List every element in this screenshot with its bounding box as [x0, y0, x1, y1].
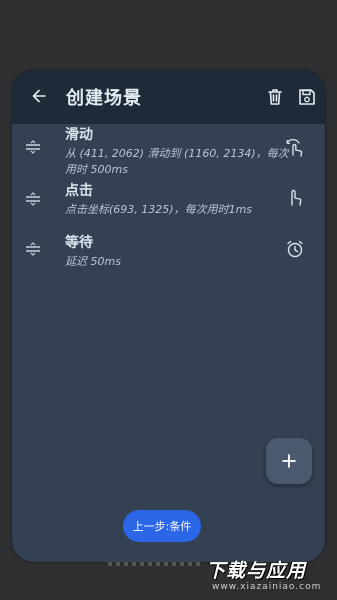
- arrow-left-icon: [32, 89, 46, 103]
- drag-handle-icon[interactable]: [24, 192, 42, 206]
- plus-icon: [282, 454, 296, 468]
- app-bar: 创建场景: [12, 70, 325, 124]
- watermark-text: 下载与应用: [206, 560, 307, 582]
- screen: 创建场景 滑动 从 (411, 2062) 滑动到 (1160, 2134)，每…: [0, 0, 337, 600]
- save-button[interactable]: [296, 86, 318, 108]
- previous-step-button[interactable]: 上一步:条件: [123, 510, 201, 542]
- action-name: 滑动: [65, 127, 93, 143]
- action-description: 点击坐标(693, 1325)，每次用时1ms: [65, 203, 253, 216]
- action-item-wait[interactable]: 等待 延迟 50ms: [12, 232, 325, 276]
- action-item-tap[interactable]: 点击 点击坐标(693, 1325)，每次用时1ms: [12, 180, 325, 224]
- drag-handle-icon[interactable]: [24, 140, 42, 154]
- tap-finger-icon: [291, 189, 302, 206]
- action-item-swipe[interactable]: 滑动 从 (411, 2062) 滑动到 (1160, 2134)，每次用时 5…: [12, 124, 325, 176]
- watermark-logo: 下载与应用 www.xiazainiao.com: [204, 556, 334, 596]
- delete-button[interactable]: [264, 86, 286, 108]
- floppy-save-icon: [299, 89, 315, 105]
- back-button[interactable]: [28, 85, 50, 107]
- action-name: 点击: [65, 183, 93, 199]
- trash-icon: [268, 89, 282, 105]
- action-description: 从 (411, 2062) 滑动到 (1160, 2134)，每次用时 500m…: [65, 147, 289, 176]
- create-scene-panel: 创建场景 滑动 从 (411, 2062) 滑动到 (1160, 2134)，每…: [12, 70, 325, 562]
- drag-handle-icon[interactable]: [24, 242, 42, 256]
- swipe-gesture-icon: [286, 139, 303, 157]
- add-action-button[interactable]: [266, 438, 312, 484]
- page-title: 创建场景: [66, 88, 142, 109]
- alarm-clock-icon: [287, 240, 303, 258]
- watermark-url: www.xiazainiao.com: [212, 582, 322, 592]
- action-name: 等待: [65, 235, 93, 251]
- action-description: 延迟 50ms: [65, 255, 121, 268]
- scroll-indicator: [108, 562, 204, 566]
